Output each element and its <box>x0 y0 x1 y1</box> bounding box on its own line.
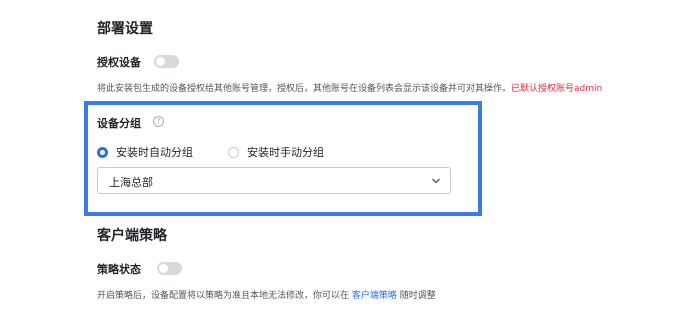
toggle-knob <box>156 57 165 66</box>
section-title-client-policy: 客户端策略 <box>97 228 167 244</box>
policy-status-toggle[interactable] <box>157 262 182 275</box>
auth-device-toggle[interactable] <box>154 55 179 68</box>
auth-device-label: 授权设备 <box>97 56 141 69</box>
radio-auto-group-label: 安装时自动分组 <box>116 146 193 159</box>
client-policy-link[interactable]: 客户端策略 <box>352 291 397 301</box>
radio-unselected-icon <box>228 146 239 158</box>
radio-manual-group[interactable]: 安装时手动分组 <box>228 144 324 160</box>
section-title-deploy: 部署设置 <box>97 21 153 37</box>
auth-default-warning: 已默认授权账号admin <box>511 84 603 94</box>
toggle-knob <box>159 264 168 273</box>
auth-device-description: 将此安装包生成的设备授权给其他账号管理，授权后，其他账号在设备列表会显示该设备并… <box>97 81 602 94</box>
policy-status-label: 策略状态 <box>97 263 141 276</box>
policy-desc-suffix: 随时调整 <box>396 291 436 301</box>
device-group-label: 设备分组 <box>97 117 141 130</box>
group-select[interactable]: 上海总部 <box>97 167 451 194</box>
chevron-down-icon <box>432 178 440 184</box>
policy-desc-text: 开启策略后，设备配置将以策略为准且本地无法修改，你可以在 <box>97 291 352 301</box>
policy-description: 开启策略后，设备配置将以策略为准且本地无法修改，你可以在 客户端策略 随时调整 <box>97 288 436 301</box>
auth-device-desc-text: 将此安装包生成的设备授权给其他账号管理，授权后，其他账号在设备列表会显示该设备并… <box>97 84 512 94</box>
radio-manual-group-label: 安装时手动分组 <box>247 146 324 159</box>
help-icon[interactable]: ? <box>153 116 164 127</box>
group-select-value: 上海总部 <box>109 176 153 189</box>
radio-selected-icon <box>97 146 108 158</box>
radio-auto-group[interactable]: 安装时自动分组 <box>97 144 193 160</box>
